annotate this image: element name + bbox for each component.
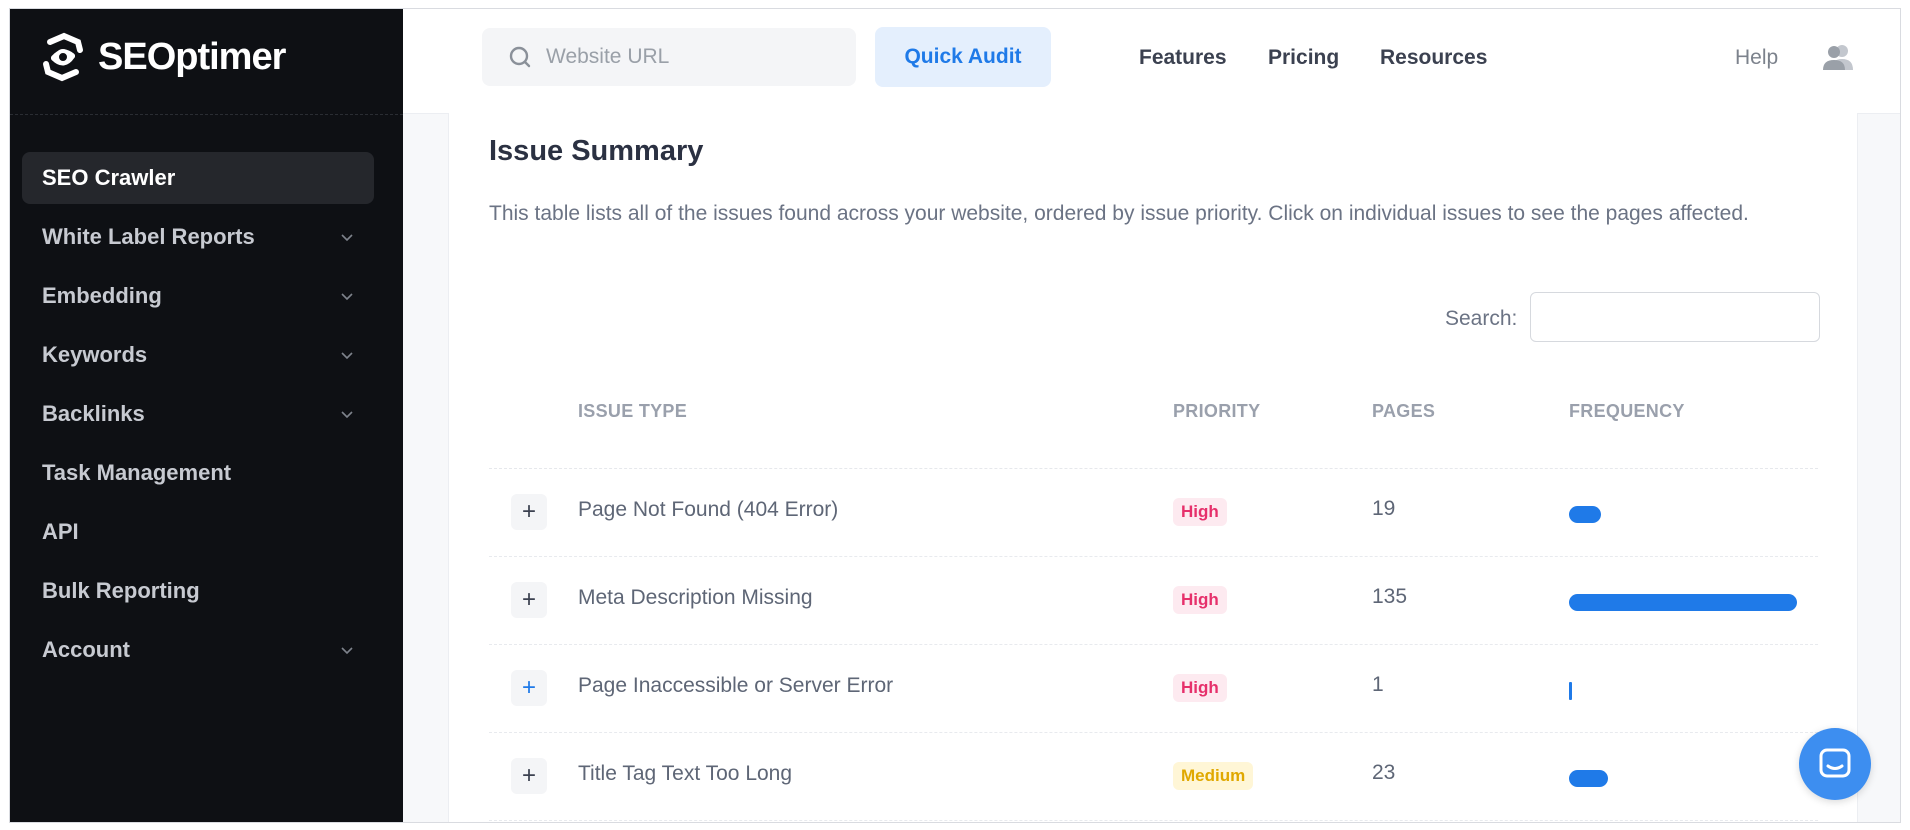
priority-badge: Medium	[1173, 762, 1254, 790]
quick-audit-button[interactable]: Quick Audit	[875, 27, 1051, 87]
sidebar-item-white-label-reports[interactable]: White Label Reports	[22, 211, 374, 263]
frequency-bar	[1569, 682, 1572, 700]
priority-badge: High	[1173, 498, 1227, 526]
sidebar-item-task-management[interactable]: Task Management	[22, 447, 374, 499]
frequency-track	[1569, 594, 1797, 612]
brand-name: SEOptimer	[98, 35, 286, 78]
website-url-input[interactable]	[544, 44, 828, 70]
nav-link-features[interactable]: Features	[1139, 46, 1227, 70]
sidebar-item-label: SEO Crawler	[42, 165, 176, 190]
expand-row-button[interactable]: +	[511, 670, 547, 706]
pages-count-cell: 1	[1372, 673, 1384, 696]
priority-badge: High	[1173, 586, 1227, 614]
sidebar-item-backlinks[interactable]: Backlinks	[22, 388, 374, 440]
user-icon[interactable]	[1823, 43, 1853, 71]
sidebar-item-label: Keywords	[42, 342, 148, 367]
pages-count-cell: 135	[1372, 585, 1408, 608]
chat-icon	[1819, 748, 1851, 778]
pages-count-cell: 23	[1372, 761, 1396, 784]
top-bar: Quick Audit Features Pricing Resources H…	[403, 9, 1900, 114]
page-title: Issue Summary	[489, 135, 704, 167]
issues-table: ISSUE TYPE PRIORITY PAGES FREQUENCY + Pag…	[489, 368, 1818, 821]
table-row[interactable]: + Title Tag Text Too Long Medium 23	[489, 733, 1818, 821]
chevron-down-icon	[341, 647, 353, 655]
sidebar-nav: SEO Crawler White Label Reports Embedding K…	[22, 152, 374, 683]
sidebar-item-bulk-reporting[interactable]: Bulk Reporting	[22, 565, 374, 617]
issue-type-cell[interactable]: Page Inaccessible or Server Error	[578, 674, 893, 698]
panel-description: This table lists all of the issues found…	[489, 202, 1749, 225]
sidebar-item-label: Task Management	[42, 460, 232, 485]
table-search-input[interactable]	[1530, 292, 1820, 342]
nav-link-pricing[interactable]: Pricing	[1268, 46, 1339, 70]
priority-badge: High	[1173, 674, 1227, 702]
table-header: ISSUE TYPE PRIORITY PAGES FREQUENCY	[489, 368, 1818, 469]
sidebar: SEOptimer SEO Crawler White Label Reports…	[10, 9, 403, 822]
issue-type-cell[interactable]: Page Not Found (404 Error)	[578, 498, 838, 522]
pages-count-cell: 19	[1372, 497, 1396, 520]
expand-row-button[interactable]: +	[511, 494, 547, 530]
logo-gear-icon	[43, 32, 83, 82]
table-row[interactable]: + Page Not Found (404 Error) High 19	[489, 469, 1818, 557]
frequency-bar	[1569, 770, 1608, 787]
sidebar-item-label: Bulk Reporting	[42, 578, 200, 603]
nav-link-resources[interactable]: Resources	[1380, 46, 1487, 70]
column-header-priority[interactable]: PRIORITY	[1173, 401, 1260, 422]
expand-row-button[interactable]: +	[511, 758, 547, 794]
column-header-pages[interactable]: PAGES	[1372, 401, 1435, 422]
sidebar-item-label: Account	[42, 637, 130, 662]
chevron-down-icon	[341, 352, 353, 360]
sidebar-item-seo-crawler[interactable]: SEO Crawler	[22, 152, 374, 204]
sidebar-item-api[interactable]: API	[22, 506, 374, 558]
chat-button[interactable]	[1799, 728, 1871, 800]
sidebar-item-keywords[interactable]: Keywords	[22, 329, 374, 381]
search-label: Search:	[1445, 307, 1518, 330]
sidebar-item-embedding[interactable]: Embedding	[22, 270, 374, 322]
frequency-track	[1569, 682, 1797, 700]
table-row[interactable]: + Meta Description Missing High 135	[489, 557, 1818, 645]
frequency-track	[1569, 506, 1797, 524]
sidebar-item-label: API	[42, 519, 79, 544]
frequency-bar	[1569, 594, 1797, 611]
chevron-down-icon	[341, 411, 353, 419]
chevron-down-icon	[341, 293, 353, 301]
sidebar-item-label: Backlinks	[42, 401, 145, 426]
issue-summary-panel: Issue Summary This table lists all of th…	[448, 113, 1858, 822]
sidebar-divider	[10, 114, 403, 115]
expand-row-button[interactable]: +	[511, 582, 547, 618]
frequency-bar	[1569, 506, 1601, 523]
chevron-down-icon	[341, 234, 353, 242]
sidebar-item-account[interactable]: Account	[22, 624, 374, 676]
table-body: + Page Not Found (404 Error) High 19 + Meta D…	[489, 469, 1818, 821]
column-header-frequency[interactable]: FREQUENCY	[1569, 401, 1685, 422]
app-window: SEOptimer SEO Crawler White Label Reports…	[9, 8, 1901, 823]
brand-logo[interactable]: SEOptimer	[34, 27, 286, 87]
column-header-issue-type[interactable]: ISSUE TYPE	[578, 401, 687, 422]
help-link[interactable]: Help	[1735, 46, 1778, 70]
table-row[interactable]: + Page Inaccessible or Server Error High 1	[489, 645, 1818, 733]
search-icon	[509, 46, 531, 68]
issue-type-cell[interactable]: Title Tag Text Too Long	[578, 762, 792, 786]
sidebar-item-label: Embedding	[42, 283, 162, 308]
frequency-track	[1569, 770, 1797, 788]
url-search-box[interactable]	[482, 28, 856, 86]
issue-type-cell[interactable]: Meta Description Missing	[578, 586, 813, 610]
sidebar-item-label: White Label Reports	[42, 224, 255, 249]
